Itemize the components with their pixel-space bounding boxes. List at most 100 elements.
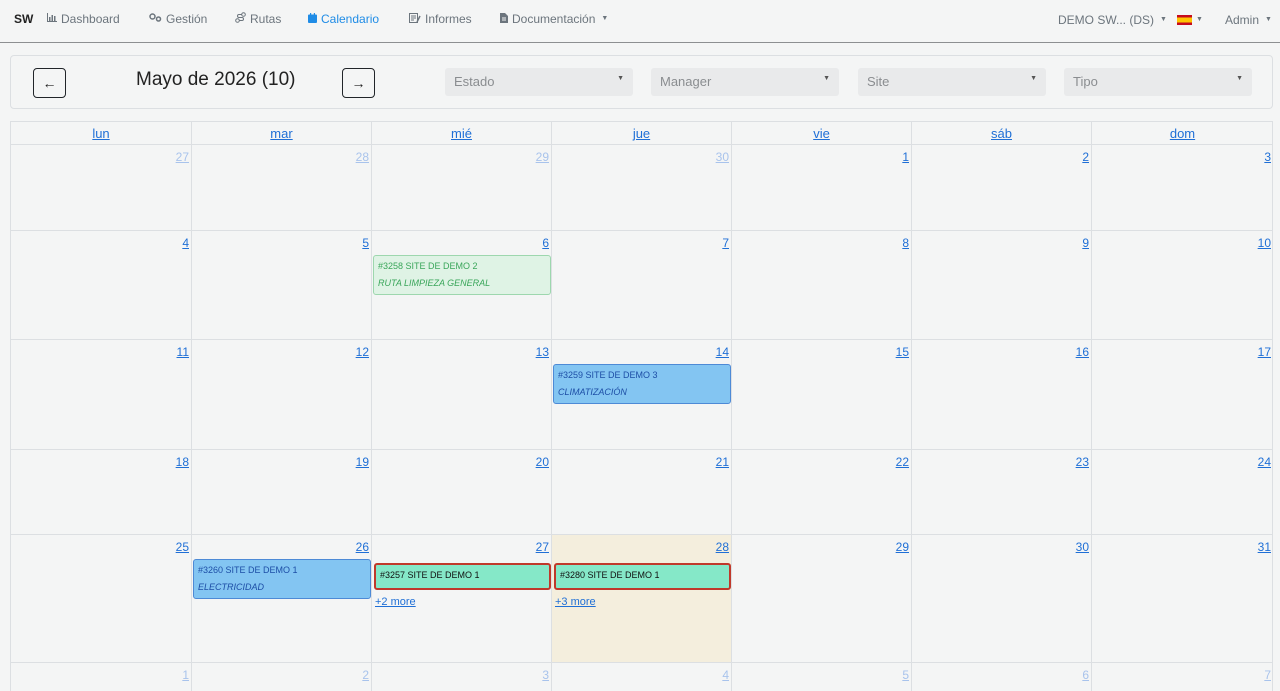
weekday-header[interactable]: lun (11, 122, 192, 144)
day-number[interactable]: 3 (1264, 150, 1271, 164)
day-cell[interactable]: 5 (192, 230, 372, 339)
day-cell[interactable]: 29 (732, 534, 912, 662)
day-cell[interactable]: 18 (11, 449, 192, 534)
day-number[interactable]: 28 (716, 540, 729, 554)
day-cell[interactable]: 6 (912, 662, 1092, 691)
calendar-event[interactable]: #3259 SITE DE DEMO 3 CLIMATIZACIÓN (553, 364, 731, 404)
day-number[interactable]: 21 (716, 455, 729, 469)
day-number[interactable]: 11 (177, 345, 189, 359)
calendar-event[interactable]: #3260 SITE DE DEMO 1 ELECTRICIDAD (193, 559, 371, 599)
day-number[interactable]: 30 (716, 150, 729, 164)
estado-filter[interactable]: Estado ▼ (445, 68, 633, 96)
day-number[interactable]: 25 (176, 540, 189, 554)
day-cell[interactable]: 22 (732, 449, 912, 534)
day-cell[interactable]: 30 (552, 144, 732, 230)
nav-rutas[interactable]: Rutas (235, 12, 281, 26)
day-cell[interactable]: 10 (1092, 230, 1273, 339)
weekday-header[interactable]: mar (192, 122, 372, 144)
day-number[interactable]: 10 (1258, 236, 1271, 250)
day-number[interactable]: 5 (362, 236, 369, 250)
day-cell[interactable]: 28 (192, 144, 372, 230)
calendar-event[interactable]: #3258 SITE DE DEMO 2 RUTA LIMPIEZA GENERA… (373, 255, 551, 295)
day-cell[interactable]: 9 (912, 230, 1092, 339)
day-cell[interactable]: 7 (1092, 662, 1273, 691)
day-cell[interactable]: 4 (11, 230, 192, 339)
day-number[interactable]: 5 (902, 668, 909, 682)
day-number[interactable]: 18 (176, 455, 189, 469)
calendar-event[interactable]: #3280 SITE DE DEMO 1 (554, 563, 731, 590)
day-cell[interactable]: 16 (912, 339, 1092, 449)
day-number[interactable]: 19 (356, 455, 369, 469)
day-cell[interactable]: 2 (912, 144, 1092, 230)
day-cell[interactable]: 25 (11, 534, 192, 662)
day-cell[interactable]: 24 (1092, 449, 1273, 534)
calendar-event[interactable]: #3257 SITE DE DEMO 1 (374, 563, 551, 590)
day-cell[interactable]: 1 (732, 144, 912, 230)
next-month-button[interactable]: → (342, 68, 375, 98)
day-cell[interactable]: 30 (912, 534, 1092, 662)
day-number[interactable]: 2 (1082, 150, 1089, 164)
day-number[interactable]: 28 (356, 150, 369, 164)
day-cell[interactable]: 17 (1092, 339, 1273, 449)
more-events-link[interactable]: +3 more (555, 596, 596, 608)
day-number[interactable]: 1 (182, 668, 189, 682)
day-cell[interactable]: 11 (11, 339, 192, 449)
day-number[interactable]: 13 (536, 345, 549, 359)
day-number[interactable]: 30 (1076, 540, 1089, 554)
day-number[interactable]: 27 (536, 540, 549, 554)
day-cell[interactable]: 29 (372, 144, 552, 230)
language-chevron-icon[interactable]: ▼ (1196, 16, 1203, 23)
day-number[interactable]: 27 (176, 150, 189, 164)
day-number[interactable]: 31 (1258, 540, 1271, 554)
weekday-header[interactable]: jue (552, 122, 732, 144)
weekday-header[interactable]: mié (372, 122, 552, 144)
day-number[interactable]: 29 (896, 540, 909, 554)
weekday-header[interactable]: dom (1092, 122, 1273, 144)
day-cell[interactable]: 19 (192, 449, 372, 534)
day-cell[interactable]: 3 (1092, 144, 1273, 230)
day-cell[interactable]: 31 (1092, 534, 1273, 662)
day-number[interactable]: 6 (542, 236, 549, 250)
day-cell[interactable]: 7 (552, 230, 732, 339)
nav-informes[interactable]: Informes (409, 12, 472, 26)
day-cell[interactable]: 3 (372, 662, 552, 691)
day-number[interactable]: 26 (356, 540, 369, 554)
day-cell[interactable]: 20 (372, 449, 552, 534)
day-number[interactable]: 9 (1082, 236, 1089, 250)
day-cell[interactable]: 5 (732, 662, 912, 691)
nav-dashboard[interactable]: Dashboard (47, 12, 120, 26)
day-number[interactable]: 3 (542, 668, 549, 682)
day-cell[interactable]: 4 (552, 662, 732, 691)
day-cell[interactable]: 2 (192, 662, 372, 691)
day-number[interactable]: 4 (722, 668, 729, 682)
day-cell[interactable]: 13 (372, 339, 552, 449)
weekday-header[interactable]: sáb (912, 122, 1092, 144)
day-cell[interactable]: 21 (552, 449, 732, 534)
day-number[interactable]: 24 (1258, 455, 1271, 469)
day-number[interactable]: 23 (1076, 455, 1089, 469)
day-number[interactable]: 7 (1264, 668, 1271, 682)
weekday-header[interactable]: vie (732, 122, 912, 144)
day-number[interactable]: 8 (902, 236, 909, 250)
day-number[interactable]: 16 (1076, 345, 1089, 359)
site-filter[interactable]: Site ▼ (858, 68, 1046, 96)
company-selector[interactable]: DEMO SW... (DS) ▼ (1058, 13, 1167, 27)
prev-month-button[interactable]: ← (33, 68, 66, 98)
nav-documentacion[interactable]: Documentación ▼ (500, 12, 608, 26)
nav-gestion[interactable]: Gestión (149, 12, 207, 26)
day-cell[interactable]: 8 (732, 230, 912, 339)
more-events-link[interactable]: +2 more (375, 596, 416, 608)
tipo-filter[interactable]: Tipo ▼ (1064, 68, 1252, 96)
day-number[interactable]: 4 (182, 236, 189, 250)
spain-flag-icon[interactable] (1177, 15, 1192, 25)
day-number[interactable]: 7 (722, 236, 729, 250)
day-cell[interactable]: 23 (912, 449, 1092, 534)
day-number[interactable]: 17 (1258, 345, 1271, 359)
manager-filter[interactable]: Manager ▼ (651, 68, 839, 96)
brand-logo[interactable]: SW (14, 12, 33, 26)
day-cell[interactable]: 1 (11, 662, 192, 691)
nav-calendario[interactable]: Calendario (308, 12, 379, 26)
day-cell[interactable]: 27 (11, 144, 192, 230)
day-cell[interactable]: 15 (732, 339, 912, 449)
day-number[interactable]: 14 (716, 345, 729, 359)
